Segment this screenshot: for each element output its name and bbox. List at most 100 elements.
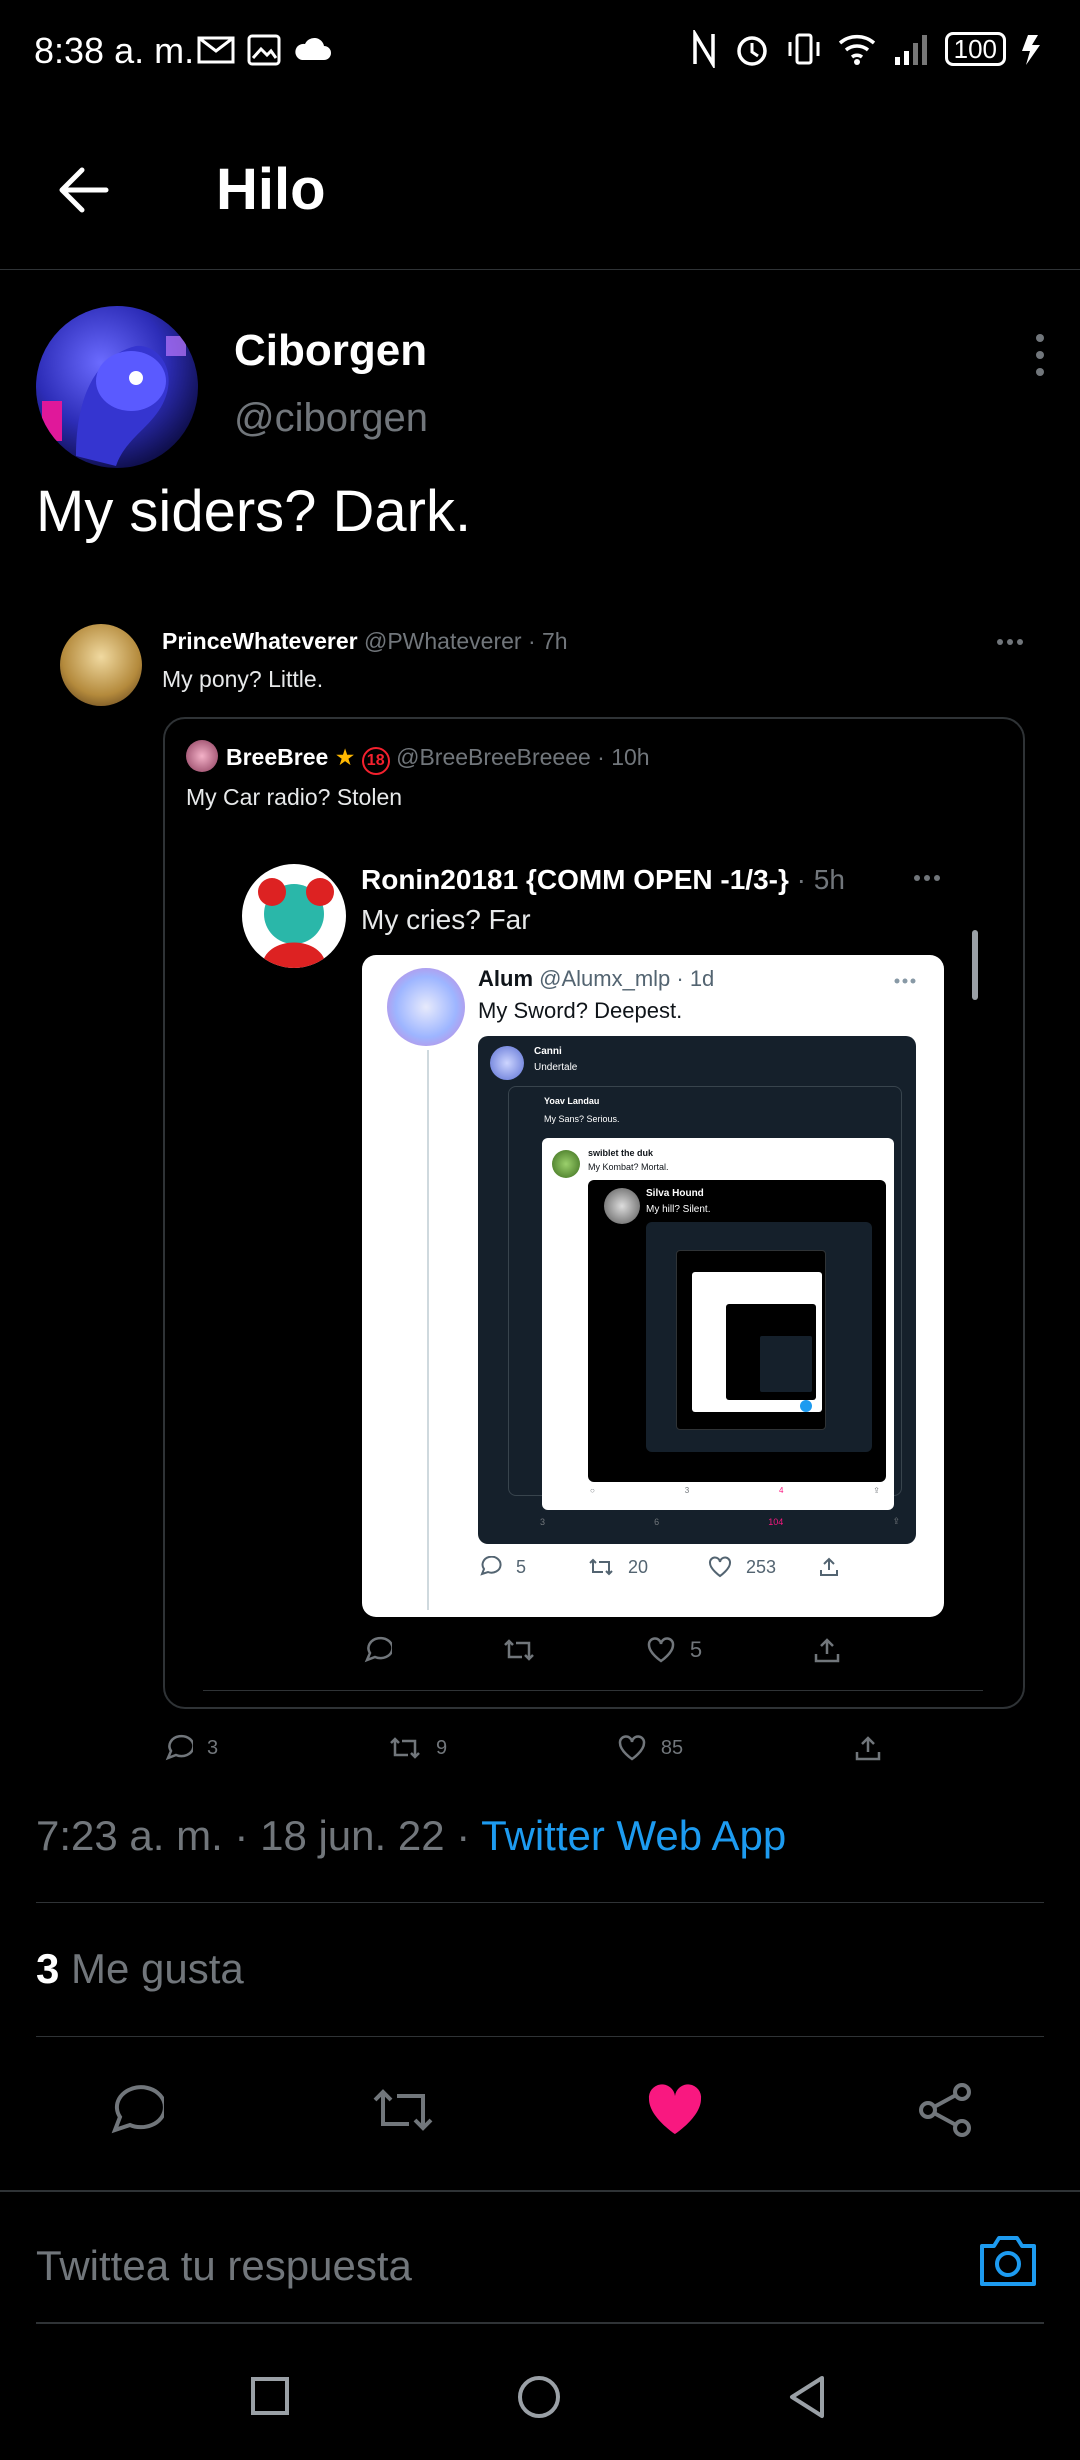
retweet-count: 3 xyxy=(684,1486,690,1495)
retweet-action[interactable]: 9 xyxy=(388,1734,447,1762)
gmail-icon xyxy=(197,36,235,64)
tweet-actions: 5 xyxy=(362,1636,842,1664)
client-link[interactable]: Twitter Web App xyxy=(481,1812,786,1859)
quote-text: Undertale xyxy=(534,1062,578,1073)
reply-icon[interactable] xyxy=(362,1636,392,1664)
reply-icon[interactable] xyxy=(106,2082,164,2138)
quote-text: My Sans? Serious. xyxy=(544,1114,620,1124)
quote-header: BreeBree ★ 18 @BreeBreeBreeee · 10h xyxy=(226,744,650,775)
quote-avatar[interactable] xyxy=(60,624,142,706)
tweet-text: My siders? Dark. xyxy=(36,479,472,544)
wifi-icon xyxy=(838,35,875,65)
like-count: 253 xyxy=(746,1556,777,1577)
thread-line xyxy=(427,1050,429,1610)
age-badge: 18 xyxy=(361,747,390,775)
quote-avatar xyxy=(242,864,346,968)
likes-count: 3 xyxy=(36,1945,60,1992)
retweet-count: 6 xyxy=(654,1516,660,1527)
reply-input[interactable]: Twittea tu respuesta xyxy=(36,2242,412,2290)
author-handle[interactable]: @ciborgen xyxy=(234,396,428,441)
reply-action[interactable]: 3 xyxy=(163,1734,218,1762)
share-icon[interactable] xyxy=(812,1636,842,1664)
quote-name: Yoav Landau xyxy=(544,1096,600,1106)
divider xyxy=(36,2322,1044,2324)
home-icon[interactable] xyxy=(516,2374,562,2420)
quote-text: My pony? Little. xyxy=(162,666,324,692)
scrollbar-thumb[interactable] xyxy=(972,930,978,1000)
avatar-art xyxy=(258,878,334,968)
more-options-icon[interactable] xyxy=(996,638,1024,646)
tweet-actions: 3 9 85 xyxy=(163,1734,883,1762)
cloud-icon xyxy=(295,37,331,60)
quote-text: My Kombat? Mortal. xyxy=(588,1162,669,1172)
quote-name[interactable]: PrinceWhateverer xyxy=(162,628,358,654)
nested-thread-thumbnail xyxy=(760,1336,812,1392)
divider xyxy=(36,1902,1044,1903)
system-navigation-bar xyxy=(0,2340,1080,2460)
share-icon[interactable] xyxy=(916,2082,976,2138)
quote-name: Silva Hound xyxy=(646,1188,704,1199)
more-options-icon[interactable] xyxy=(1030,330,1050,380)
author-avatar[interactable] xyxy=(36,306,198,468)
vibrate-icon xyxy=(788,33,820,65)
app-header: Hilo xyxy=(0,120,1080,270)
reply-count: 3 xyxy=(540,1516,546,1527)
heart-icon xyxy=(647,1637,675,1663)
like-action[interactable]: 85 xyxy=(617,1734,683,1762)
gallery-icon xyxy=(247,34,281,66)
author-name[interactable]: Ciborgen xyxy=(234,326,427,376)
quote-header: Alum @Alumx_mlp · 1d xyxy=(478,966,714,992)
status-bar: 8:38 a. m. 100 xyxy=(0,0,1080,100)
quote-name: Canni xyxy=(534,1046,562,1057)
quote-header: Ronin20181 {COMM OPEN -1/3-} · 5h xyxy=(361,864,845,896)
likes-summary[interactable]: 3 Me gusta xyxy=(36,1945,244,1993)
alarm-icon xyxy=(736,36,767,66)
quote-handle: @PWhateverer · 7h xyxy=(363,628,568,654)
like-action: 253 xyxy=(708,1556,818,1578)
quote-name: Alum xyxy=(478,966,533,991)
nfc-icon xyxy=(692,30,715,68)
reply-icon xyxy=(480,1556,502,1576)
quote-avatar xyxy=(387,968,465,1046)
quote-handle: @BreeBreeBreeee · 10h xyxy=(396,744,650,770)
reply-composer[interactable]: Twittea tu respuesta xyxy=(0,2190,1080,2340)
quote-name: BreeBree xyxy=(226,744,329,770)
share-icon[interactable] xyxy=(853,1734,883,1762)
reply-icon xyxy=(165,1734,193,1761)
camera-icon[interactable] xyxy=(976,2230,1040,2290)
retweet-icon[interactable] xyxy=(370,2082,436,2138)
like-action[interactable]: 5 xyxy=(646,1636,702,1664)
quote-text: My Sword? Deepest. xyxy=(478,998,683,1023)
nested-thread-thumbnail xyxy=(800,1400,812,1412)
reply-action: 5 xyxy=(478,1556,588,1578)
back-icon[interactable] xyxy=(786,2374,828,2420)
more-options-icon xyxy=(914,875,940,881)
divider xyxy=(203,1690,983,1691)
retweet-count: 9 xyxy=(435,1736,448,1759)
quote-handle: · 5h xyxy=(796,864,845,895)
heart-icon[interactable] xyxy=(645,2082,705,2138)
avatar-art xyxy=(42,336,186,466)
tweet-actions: ○ 3 4 ⇪ xyxy=(590,1486,880,1495)
share-action xyxy=(818,1556,840,1578)
timestamp-text: 7:23 a. m. · 18 jun. 22 · xyxy=(36,1812,482,1859)
recent-apps-icon[interactable] xyxy=(250,2376,290,2416)
charging-icon xyxy=(1022,35,1040,65)
battery-indicator: 100 xyxy=(944,32,1006,66)
retweet-icon[interactable] xyxy=(502,1636,536,1664)
star-emoji-icon: ★ xyxy=(334,744,356,770)
likes-label: Me gusta xyxy=(71,1945,244,1992)
reply-icon: ○ xyxy=(590,1486,595,1495)
heart-icon xyxy=(709,1556,731,1578)
divider xyxy=(36,2036,1044,2037)
like-count: 85 xyxy=(660,1736,684,1759)
share-icon: ⇪ xyxy=(873,1486,880,1495)
like-count: 104 xyxy=(768,1516,784,1527)
like-count: 5 xyxy=(689,1637,703,1662)
quote-avatar xyxy=(490,1046,524,1080)
tweet-actions: 5 20 253 xyxy=(478,1556,840,1578)
like-count: 4 xyxy=(778,1486,784,1495)
quote-name: Ronin20181 {COMM OPEN -1/3-} xyxy=(361,864,789,895)
back-arrow-icon[interactable] xyxy=(52,158,116,222)
reply-count: 5 xyxy=(516,1556,527,1577)
